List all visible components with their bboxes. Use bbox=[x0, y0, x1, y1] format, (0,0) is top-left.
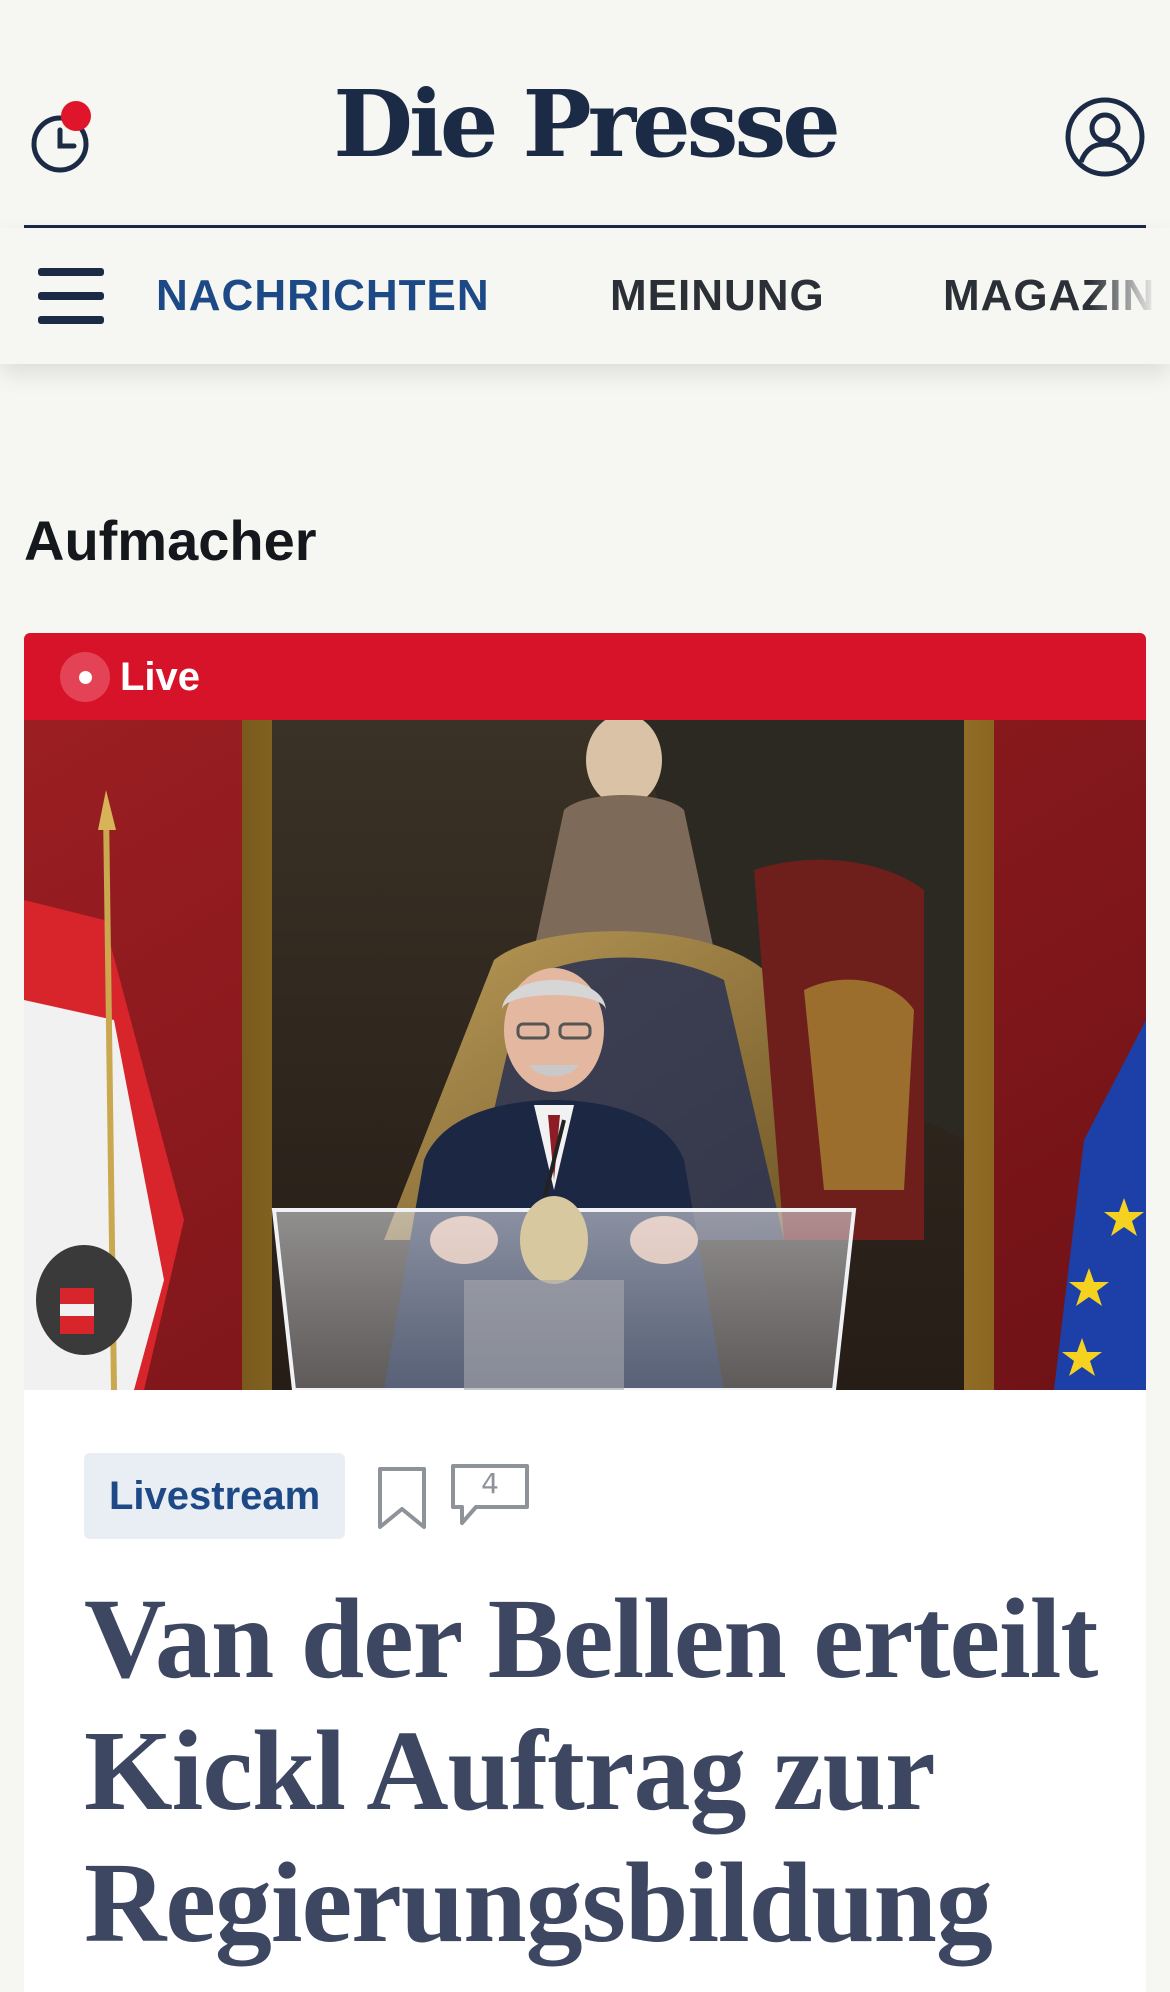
live-banner: Live bbox=[24, 633, 1146, 720]
lead-article-card[interactable]: Live Livestream 4 Van der Bellen erteilt… bbox=[24, 633, 1146, 1992]
bookmark-icon bbox=[378, 1467, 426, 1529]
nav-scroll-fade bbox=[1090, 228, 1170, 364]
comments-button[interactable]: 4 bbox=[450, 1463, 530, 1527]
press-conference-photo bbox=[24, 720, 1146, 1390]
hamburger-menu-icon[interactable] bbox=[38, 268, 104, 324]
user-account-icon bbox=[1065, 97, 1145, 177]
livestream-tag[interactable]: Livestream bbox=[84, 1453, 346, 1539]
site-logo[interactable]: Die Presse bbox=[0, 78, 1170, 170]
live-label: Live bbox=[120, 655, 201, 699]
section-title: Aufmacher bbox=[24, 509, 317, 572]
main-navigation: NACHRICHTEN MEINUNG MAGAZIN bbox=[0, 228, 1170, 364]
top-header: Die Presse bbox=[0, 0, 1170, 227]
live-indicator-icon bbox=[60, 652, 110, 702]
account-button[interactable] bbox=[1064, 96, 1146, 178]
article-headline[interactable]: Van der Bellen erteilt Kickl Auftrag zur… bbox=[84, 1573, 1124, 1969]
bookmark-button[interactable] bbox=[376, 1465, 428, 1531]
comment-count: 4 bbox=[481, 1467, 499, 1500]
article-hero-image[interactable] bbox=[24, 720, 1146, 1390]
nav-item-nachrichten[interactable]: NACHRICHTEN bbox=[156, 271, 490, 320]
nav-item-meinung[interactable]: MEINUNG bbox=[610, 271, 825, 320]
